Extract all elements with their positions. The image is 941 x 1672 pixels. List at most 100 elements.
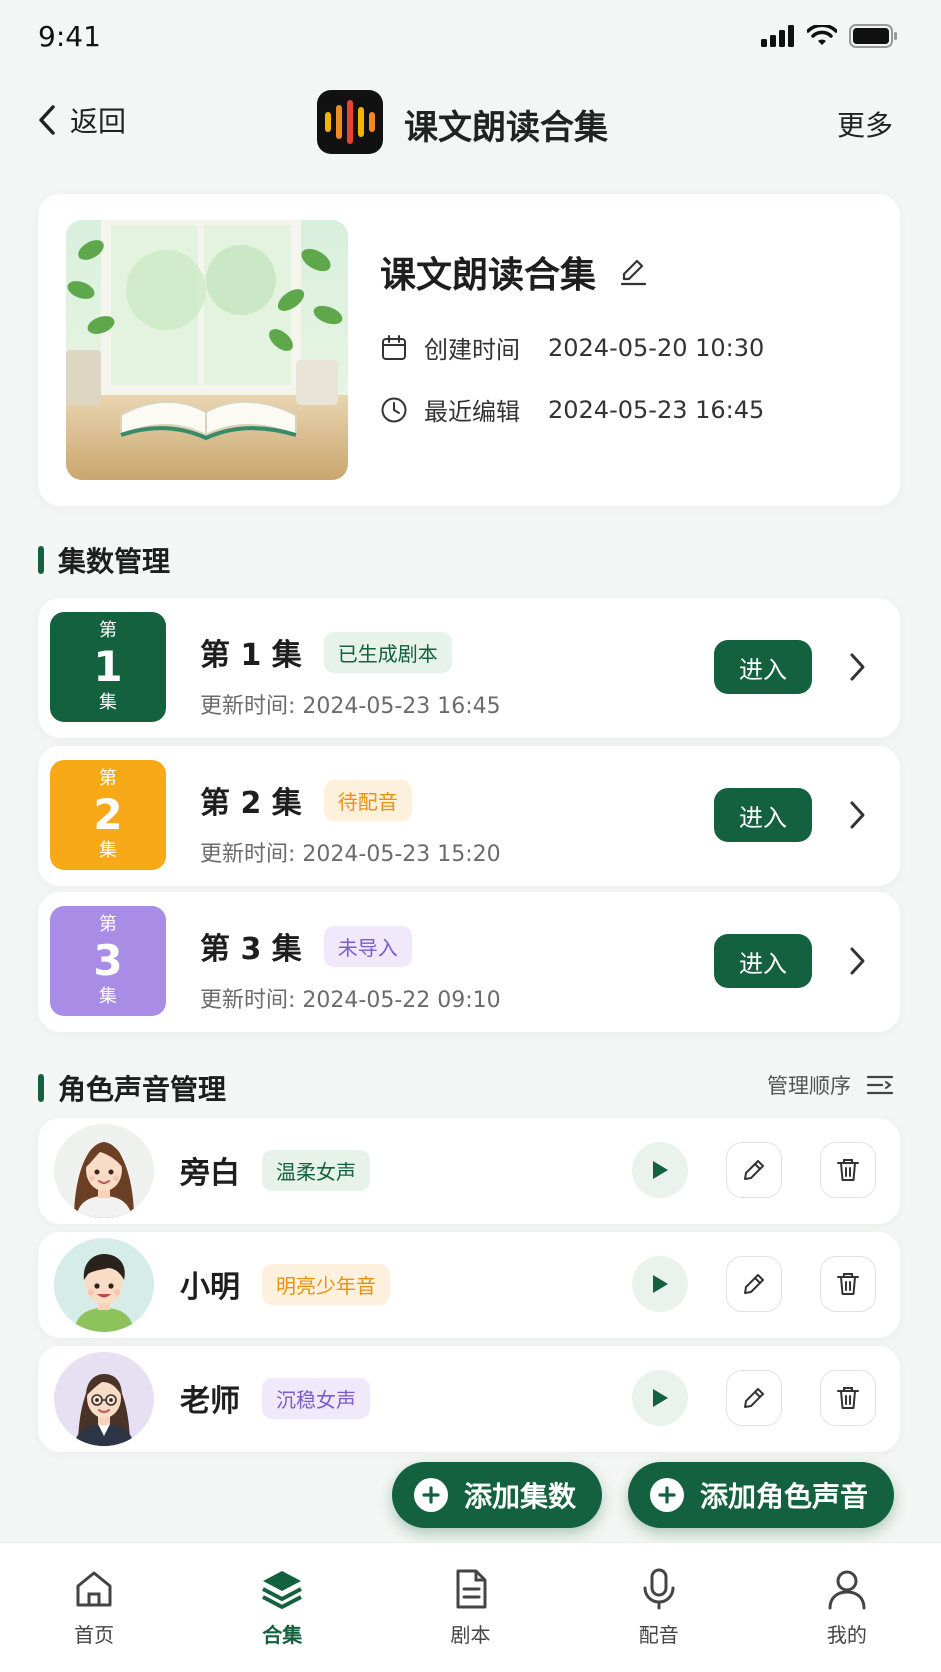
episode-update-time: 更新时间: 2024-05-22 09:10 [200,988,501,1013]
delete-role-button[interactable] [820,1256,876,1312]
home-icon [76,1571,112,1607]
avatar [54,1238,154,1332]
role-name: 小明 明亮少年音 [180,1262,390,1306]
chevron-left-icon [39,105,55,135]
created-value: 2024-05-20 10:30 [548,333,765,362]
page-title: 课文朗读合集 [404,108,608,148]
play-icon [653,1275,668,1293]
episode-badge-suffix: 集 [99,986,117,1007]
edit-title-icon[interactable] [618,257,648,287]
tab-profile[interactable]: 我的 [753,1543,941,1672]
user-icon [828,1570,866,1610]
play-voice-button[interactable] [632,1370,688,1426]
wifi-icon [807,25,837,45]
battery-icon [849,24,897,48]
tab-collection[interactable]: 合集 [188,1543,376,1672]
cover-image [66,220,348,480]
microphone-icon [643,1568,675,1610]
episode-title-text: 第 1 集 [200,638,302,673]
play-voice-button[interactable] [632,1256,688,1312]
episode-status-badge: 未导入 [323,925,412,967]
episode-badge-number: 1 [93,642,123,691]
episode-number-badge: 第2集 [50,760,166,870]
trash-icon [837,1387,859,1409]
episode-number-badge: 第3集 [50,906,166,1016]
episode-title: 第 2 集待配音 [200,778,412,822]
role-card: 老师 沉稳女声 [38,1346,900,1452]
created-time-row: 创建时间 2024-05-20 10:30 [380,330,764,365]
delete-role-button[interactable] [820,1370,876,1426]
calendar-icon [382,334,406,360]
edited-label: 最近编辑 [424,398,520,426]
play-voice-button[interactable] [632,1142,688,1198]
episode-status-badge: 待配音 [323,779,412,821]
avatar [54,1124,154,1218]
tab-collection-label: 合集 [262,1623,303,1647]
tab-home[interactable]: 首页 [0,1543,188,1672]
manage-order-button[interactable]: 管理顺序 [767,1070,893,1100]
enter-episode-button[interactable]: 进入 [714,788,812,842]
enter-episode-button[interactable]: 进入 [714,640,812,694]
edit-role-button[interactable] [726,1370,782,1426]
tab-home-label: 首页 [74,1623,115,1647]
back-label: 返回 [70,105,127,138]
episode-title-text: 第 3 集 [200,932,302,967]
episode-card[interactable]: 第1集第 1 集已生成剧本更新时间: 2024-05-23 16:45 进入 [38,598,900,738]
episode-badge-number: 3 [93,936,123,985]
document-icon [456,1569,486,1609]
episode-badge-prefix: 第 [99,914,117,935]
created-label: 创建时间 [424,336,520,364]
play-icon [653,1161,668,1179]
more-button[interactable]: 更多 [837,104,893,144]
episode-badge-prefix: 第 [99,768,117,789]
chevron-right-icon[interactable] [848,946,866,976]
tab-script[interactable]: 剧本 [376,1543,564,1672]
roles-section-title: 角色声音管理 [38,1068,226,1108]
episode-card[interactable]: 第2集第 2 集待配音 更新时间: 2024-05-23 15:20 进入 [38,746,900,886]
episode-card[interactable]: 第3集第 3 集未导入 更新时间: 2024-05-22 09:10 进入 [38,892,900,1032]
chevron-right-icon[interactable] [848,652,866,682]
episode-update-time: 更新时间: 2024-05-23 16:45 [200,694,501,719]
add-role-voice-label: 添加角色声音 [700,1480,869,1513]
role-card: 小明 明亮少年音 [38,1232,900,1338]
add-role-voice-button[interactable]: 添加角色声音 [628,1462,895,1528]
episode-title: 第 3 集未导入 [200,924,412,968]
manage-order-label: 管理顺序 [767,1074,851,1098]
voice-type-badge: 温柔女声 [262,1149,370,1191]
episode-status-badge: 已生成剧本 [323,631,452,673]
voice-type-badge: 沉稳女声 [262,1377,370,1419]
tab-dubbing[interactable]: 配音 [565,1543,753,1672]
episode-badge-prefix: 第 [99,620,117,641]
back-button[interactable]: 返回 [38,100,126,140]
role-name-text: 旁白 [180,1156,240,1191]
avatar [54,1352,154,1446]
pencil-icon [744,1160,764,1180]
episode-number-badge: 第1集 [50,612,166,722]
edit-role-button[interactable] [726,1142,782,1198]
sort-icon [867,1075,893,1095]
delete-role-button[interactable] [820,1142,876,1198]
add-episode-label: 添加集数 [464,1480,577,1513]
collection-title: 课文朗读合集 [380,246,648,298]
signal-icon [761,25,794,47]
play-icon [653,1389,668,1407]
plus-icon [414,1478,448,1512]
pencil-icon [744,1388,764,1408]
tab-profile-label: 我的 [826,1623,867,1647]
role-card: 旁白 温柔女声 [38,1118,900,1224]
clock-icon [381,397,407,422]
episode-title: 第 1 集已生成剧本 [200,630,452,674]
trash-icon [837,1273,859,1295]
edited-time-row: 最近编辑 2024-05-23 16:45 [380,392,764,427]
layers-icon [262,1571,303,1609]
episode-badge-number: 2 [93,790,123,839]
edit-role-button[interactable] [726,1256,782,1312]
enter-episode-button[interactable]: 进入 [714,934,812,988]
role-name-text: 小明 [180,1270,240,1305]
add-episode-button[interactable]: 添加集数 [392,1462,603,1528]
chevron-right-icon[interactable] [848,800,866,830]
role-name: 旁白 温柔女声 [180,1148,370,1192]
tab-script-label: 剧本 [450,1623,491,1647]
status-time: 9:41 [38,20,101,53]
voice-type-badge: 明亮少年音 [262,1263,390,1305]
